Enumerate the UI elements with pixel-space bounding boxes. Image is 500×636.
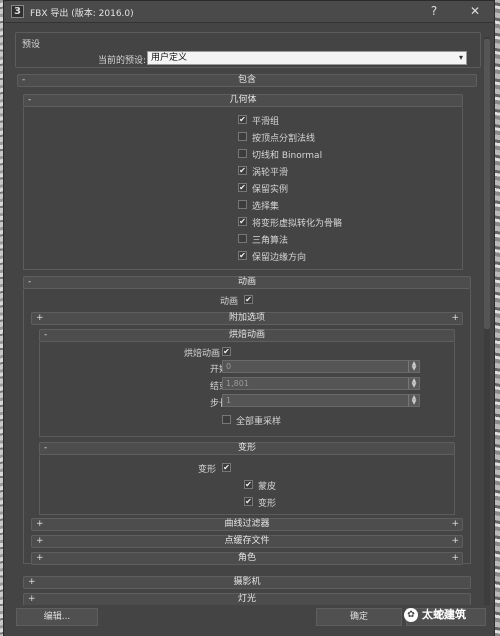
skin-checkbox[interactable]: ✔: [244, 480, 253, 489]
help-button[interactable]: ?: [421, 2, 447, 21]
geometry-option-label: 平滑组: [252, 117, 280, 127]
rollout-extra-options[interactable]: + 附加选项 +: [31, 312, 463, 325]
watermark-text: 太蛇建筑: [422, 608, 466, 621]
rollout-camera[interactable]: + 摄影机: [23, 576, 471, 589]
bake-animation-checkbox[interactable]: ✔: [222, 347, 231, 356]
ok-button[interactable]: 确定: [316, 608, 402, 626]
geometry-option-label: 保留实例: [252, 185, 289, 195]
geometry-option-checkbox[interactable]: [238, 149, 247, 158]
close-button[interactable]: ✕: [462, 2, 488, 21]
presets-group: 预设 当前的预设: 用户定义 ▾: [15, 32, 481, 68]
geometry-option-label: 涡轮平滑: [252, 168, 289, 178]
watermark-logo-icon: ✿: [404, 608, 418, 622]
rollout-deform-label: 变形: [237, 443, 256, 453]
step-spinner[interactable]: 1 ▲ ▼: [222, 394, 420, 407]
rollout-include-label: 包含: [237, 75, 256, 85]
expand-icon: +: [451, 553, 459, 563]
deform-checkbox[interactable]: ✔: [222, 463, 231, 472]
current-preset-select[interactable]: 用户定义 ▾: [147, 51, 467, 65]
rollout-character[interactable]: + 角色 +: [31, 552, 463, 565]
step-value: 1: [226, 396, 232, 405]
geometry-option-label: 将变形虚拟转化为骨骼: [252, 219, 343, 229]
current-preset-label: 当前的预设:: [98, 56, 147, 66]
bake-animation-label: 烘焙动画: [184, 349, 221, 359]
edit-button[interactable]: 编辑...: [16, 608, 98, 626]
current-preset-value: 用户定义: [151, 53, 188, 63]
chevron-down-icon: ▾: [458, 53, 463, 62]
skin-label: 蒙皮: [258, 482, 277, 492]
rollout-curve-filters-label: 曲线过滤器: [224, 519, 270, 529]
geometry-option-checkbox[interactable]: ✔: [238, 166, 247, 175]
title-bar[interactable]: 3 FBX 导出 (版本: 2016.0) ? ✕: [4, 1, 494, 23]
deform-label: 变形: [198, 465, 217, 475]
expand-icon: +: [451, 519, 459, 529]
geometry-option-checkbox[interactable]: ✔: [238, 115, 247, 124]
geometry-option-label: 选择集: [252, 202, 280, 212]
expand-icon: +: [451, 313, 459, 323]
geometry-option-checkbox[interactable]: ✔: [238, 183, 247, 192]
resample-all-label: 全部重采样: [236, 417, 282, 427]
watermark: ✿ 太蛇建筑: [404, 606, 466, 622]
spinner-arrows-icon[interactable]: ▲ ▼: [408, 395, 419, 406]
resample-all-checkbox[interactable]: [222, 415, 231, 424]
rollout-bake-animation-label: 烘焙动画: [228, 330, 265, 340]
app-icon: 3: [11, 5, 24, 18]
window-title: FBX 导出 (版本: 2016.0): [30, 9, 134, 19]
end-spinner[interactable]: 1,801 ▲ ▼: [222, 377, 420, 390]
geometry-option-label: 按顶点分割法线: [252, 134, 316, 144]
geometry-panel: ✔ 平滑组按顶点分割法线 切线和 Binormal ✔ 涡轮平滑 ✔ 保留实例选择集 ✔ 将变形…: [23, 107, 463, 270]
morph-checkbox[interactable]: ✔: [244, 497, 253, 506]
start-value: 0: [226, 362, 232, 371]
rollout-extra-options-label: 附加选项: [228, 313, 265, 323]
fbx-export-dialog: 3 FBX 导出 (版本: 2016.0) ? ✕ 预设 当前的预设: 用户定义…: [3, 0, 495, 636]
deform-panel: 变形 ✔ ✔ 蒙皮 ✔ 变形: [39, 455, 455, 515]
geometry-option-checkbox[interactable]: [238, 234, 247, 243]
rollout-curve-filters[interactable]: + 曲线过滤器 +: [31, 518, 463, 531]
expand-icon: +: [451, 536, 459, 546]
spinner-arrows-icon[interactable]: ▲ ▼: [408, 378, 419, 389]
geometry-option-checkbox[interactable]: ✔: [238, 251, 247, 260]
rollout-point-cache[interactable]: + 点缓存文件 +: [31, 535, 463, 548]
animation-checkbox[interactable]: ✔: [244, 295, 253, 304]
morph-label: 变形: [258, 499, 277, 509]
rollout-point-cache-label: 点缓存文件: [224, 536, 270, 546]
scrollbar-thumb[interactable]: [484, 39, 490, 329]
rollout-geometry-label: 几何体: [229, 95, 257, 105]
presets-legend: 预设: [20, 37, 43, 50]
geometry-option-label: 保留边缘方向: [252, 253, 307, 263]
rollout-deform[interactable]: - 变形: [39, 442, 455, 455]
dialog-content: 预设 当前的预设: 用户定义 ▾ - 包含 - 几何体 ✔ 平滑组按顶点分割法线切…: [15, 32, 481, 607]
rollout-character-label: 角色: [237, 553, 256, 563]
vertical-scrollbar[interactable]: [484, 37, 490, 605]
rollout-lights-label: 灯光: [237, 594, 256, 604]
spinner-arrows-icon[interactable]: ▲ ▼: [408, 361, 419, 372]
start-spinner[interactable]: 0 ▲ ▼: [222, 360, 420, 373]
rollout-include[interactable]: - 包含: [17, 74, 477, 87]
rollout-animation-label: 动画: [237, 277, 256, 287]
geometry-option-label: 三角算法: [252, 236, 289, 246]
bake-animation-panel: 烘焙动画 ✔ 开始: 0 ▲ ▼ 结束: 1,801 ▲ ▼ 步长: 1 ▲ ▼ 全部…: [39, 342, 455, 437]
geometry-option-checkbox[interactable]: [238, 200, 247, 209]
end-value: 1,801: [226, 379, 249, 388]
rollout-geometry[interactable]: - 几何体: [23, 94, 463, 107]
geometry-option-checkbox[interactable]: ✔: [238, 217, 247, 226]
rollout-animation[interactable]: - 动画: [23, 276, 471, 289]
rollout-camera-label: 摄影机: [233, 577, 261, 587]
geometry-option-checkbox[interactable]: [238, 132, 247, 141]
geometry-option-label: 切线和 Binormal: [252, 151, 323, 161]
rollout-bake-animation[interactable]: - 烘焙动画: [39, 329, 455, 342]
animation-label: 动画: [220, 297, 239, 307]
